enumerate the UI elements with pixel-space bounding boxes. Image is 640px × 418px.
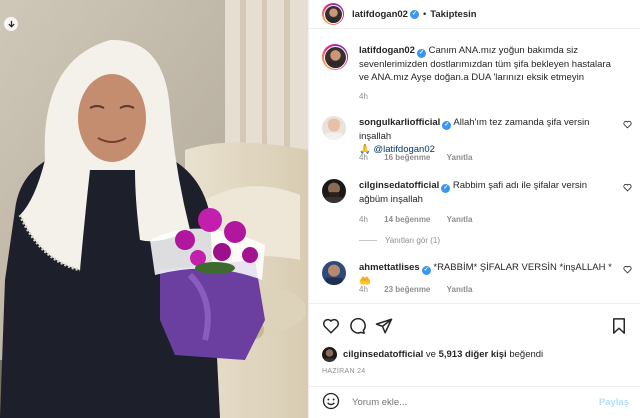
avatar[interactable] bbox=[322, 347, 337, 362]
emoji-icon bbox=[322, 392, 340, 410]
verified-badge-icon: ✓ bbox=[442, 121, 452, 130]
caption-text-block: latifdogan02 ✓ Canım ANA.mız yoğun bakımd… bbox=[359, 44, 616, 84]
post-date[interactable]: HAZİRAN 24 bbox=[322, 368, 365, 375]
comment-likes[interactable]: 23 beğenme bbox=[384, 285, 430, 294]
download-icon bbox=[7, 20, 15, 28]
comment-text-block: ahmettatlises ✓ *RABBİM* ŞİFALAR VERSİN *… bbox=[359, 261, 616, 288]
comments-list: latifdogan02 ✓ Canım ANA.mız yoğun bakımd… bbox=[309, 30, 640, 302]
download-button[interactable] bbox=[4, 17, 18, 31]
send-icon bbox=[375, 318, 393, 334]
photo-illustration bbox=[0, 0, 308, 418]
like-button[interactable] bbox=[322, 317, 340, 338]
comment-username[interactable]: ahmettatlises bbox=[359, 262, 420, 273]
liker-username[interactable]: cilginsedatofficial bbox=[343, 349, 423, 360]
avatar[interactable] bbox=[322, 44, 348, 70]
post-actions-section: cilginsedatofficial ve 5,913 diğer kişi … bbox=[309, 303, 640, 383]
comment-text-block: songulkarliofficial ✓ Allah'ım tez zamand… bbox=[359, 116, 616, 156]
action-bar bbox=[322, 317, 628, 339]
comment-time[interactable]: 4h bbox=[359, 285, 368, 294]
likes-suffix: beğendi bbox=[509, 349, 544, 360]
comment-time[interactable]: 4h bbox=[359, 215, 368, 224]
verified-badge-icon: ✓ bbox=[409, 9, 419, 19]
reply-button[interactable]: Yanıtla bbox=[447, 285, 473, 294]
heart-icon bbox=[322, 318, 340, 334]
comment-like-button[interactable] bbox=[623, 120, 632, 132]
post-photo[interactable] bbox=[0, 0, 308, 418]
post-detail-panel: latifdogan02 ✓ • Takiptesin latifdogan02… bbox=[308, 0, 640, 418]
likes-text: cilginsedatofficial ve 5,913 diğer kişi … bbox=[343, 349, 543, 360]
comment-likes[interactable]: 16 beğenme bbox=[384, 153, 430, 162]
bookmark-icon bbox=[613, 318, 625, 334]
reply-button[interactable]: Yanıtla bbox=[447, 153, 473, 162]
header-username[interactable]: latifdogan02 bbox=[352, 9, 408, 20]
heart-icon bbox=[623, 120, 632, 129]
comment-meta: 4h 16 beğenme Yanıtla bbox=[359, 153, 486, 162]
caption-meta: 4h bbox=[359, 92, 382, 101]
comment-button[interactable] bbox=[348, 317, 366, 338]
avatar[interactable] bbox=[322, 261, 346, 285]
avatar[interactable] bbox=[322, 116, 346, 140]
header-separator: • bbox=[422, 8, 427, 20]
likes-count-button[interactable]: 5,913 diğer kişi bbox=[439, 349, 507, 360]
verified-badge-icon: ✓ bbox=[421, 266, 431, 275]
likes-summary: cilginsedatofficial ve 5,913 diğer kişi … bbox=[322, 347, 543, 362]
comment-like-button[interactable] bbox=[623, 265, 632, 277]
likes-connector: ve bbox=[425, 349, 436, 360]
verified-badge-icon: ✓ bbox=[416, 49, 426, 58]
post-header: latifdogan02 ✓ • Takiptesin bbox=[309, 0, 640, 29]
avatar[interactable] bbox=[322, 179, 346, 203]
comment-likes[interactable]: 14 beğenme bbox=[384, 215, 430, 224]
comment-time[interactable]: 4h bbox=[359, 153, 368, 162]
post-comment-button[interactable]: Paylaş bbox=[599, 397, 629, 408]
save-button[interactable] bbox=[610, 317, 628, 338]
add-comment-bar: Paylaş bbox=[309, 386, 640, 418]
following-button[interactable]: Takiptesin bbox=[430, 9, 476, 20]
comment-input[interactable] bbox=[352, 397, 599, 408]
reply-button[interactable]: Yanıtla bbox=[447, 215, 473, 224]
view-replies-label: Yanıtları gör (1) bbox=[385, 236, 440, 245]
emoji-button[interactable] bbox=[322, 392, 340, 413]
comment-like-button[interactable] bbox=[623, 183, 632, 195]
comment-meta: 4h 23 beğenme Yanıtla bbox=[359, 285, 486, 294]
comment-text-block: cilginsedatofficial ✓ Rabbim şafi adı ile… bbox=[359, 179, 616, 206]
view-replies-button[interactable]: Yanıtları gör (1) bbox=[359, 236, 440, 245]
comment-meta: 4h 14 beğenme Yanıtla bbox=[359, 215, 486, 224]
comment-username[interactable]: songulkarliofficial bbox=[359, 117, 440, 128]
replies-divider bbox=[359, 240, 377, 241]
heart-icon bbox=[623, 183, 632, 192]
comment-icon bbox=[350, 317, 366, 334]
verified-badge-icon: ✓ bbox=[441, 184, 451, 193]
caption-time[interactable]: 4h bbox=[359, 92, 368, 101]
share-button[interactable] bbox=[375, 317, 393, 338]
comment-username[interactable]: cilginsedatofficial bbox=[359, 180, 439, 191]
caption-username[interactable]: latifdogan02 bbox=[359, 45, 415, 56]
heart-icon bbox=[623, 265, 632, 274]
avatar[interactable] bbox=[322, 3, 344, 25]
instagram-post-view: latifdogan02 ✓ • Takiptesin latifdogan02… bbox=[0, 0, 640, 418]
